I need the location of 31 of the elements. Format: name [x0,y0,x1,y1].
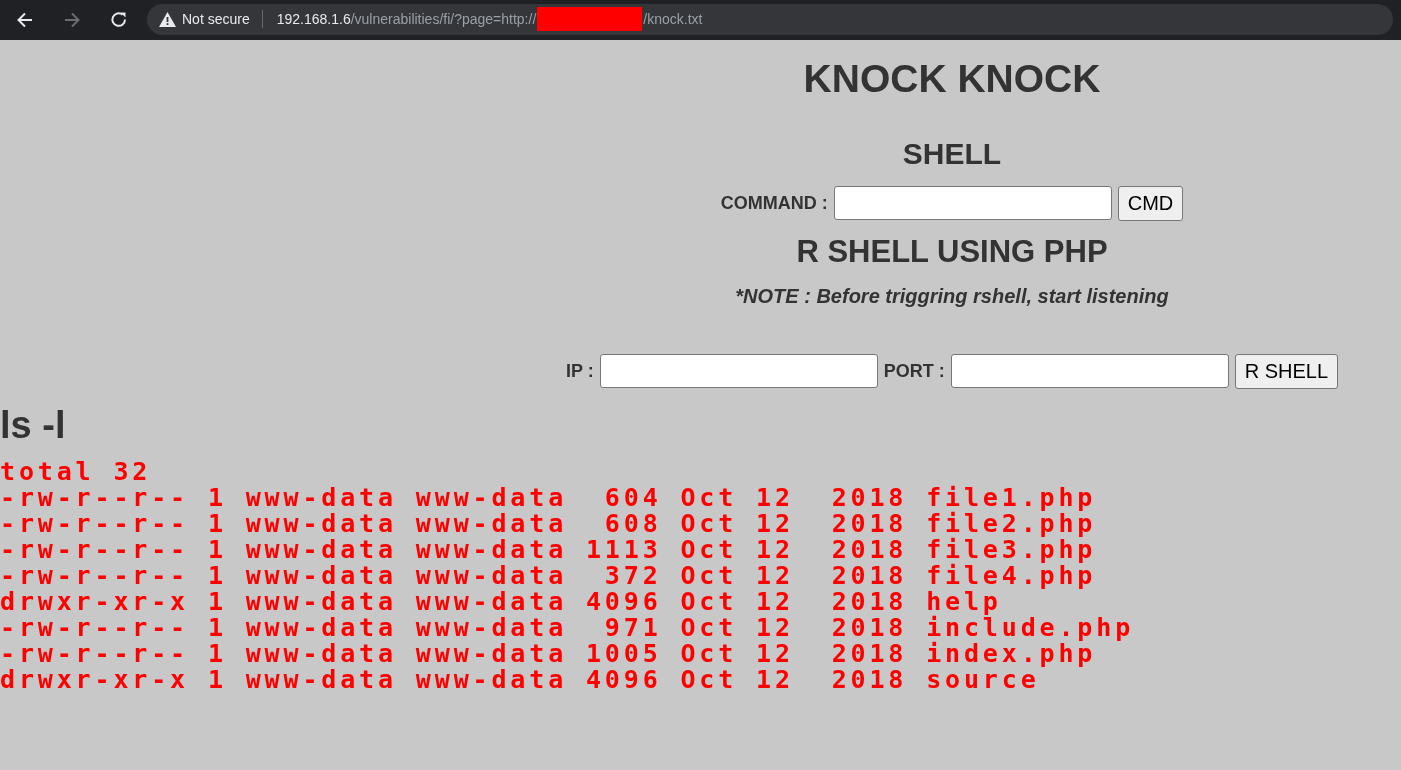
note-text: *NOTE : Before triggring rshell, start listening [735,285,1169,308]
address-bar[interactable]: Not secure 192.168.1.6/vulnerabilities/fi/?page=http:// /knock.txt [147,3,1393,35]
listing-line: -rw-r--r-- 1 www-data www-data 971 Oct 12 2018 include.php [0,614,1135,641]
listing-line: -rw-r--r-- 1 www-data www-data 372 Oct 12 2018 file4.php [0,562,1097,589]
url-path: /knock.txt [643,11,703,27]
listing-heading: ls -l [0,405,67,447]
r-shell-button[interactable]: R SHELL [1234,354,1339,389]
command-field[interactable] [833,186,1112,221]
listing-line: drwxr-xr-x 1 www-data www-data 4096 Oct 12 2018 source [0,666,1040,693]
port-label: PORT : [883,361,945,382]
listing-line: drwxr-xr-x 1 www-data www-data 4096 Oct 12 2018 help [0,588,1002,615]
ip-field[interactable] [599,354,878,389]
security-label: Not secure [182,11,250,27]
section-heading: R SHELL USING PHP [796,234,1108,269]
listing-line: -rw-r--r-- 1 www-data www-data 608 Oct 12 2018 file2.php [0,510,1097,537]
section-heading: SHELL [902,136,1002,170]
command-label: COMMAND : [720,192,828,214]
listing-line: -rw-r--r-- 1 www-data www-data 1113 Oct 12 2018 file3.php [0,536,1097,563]
listing-line: -rw-r--r-- 1 www-data www-data 1005 Oct 12 2018 index.php [0,640,1097,667]
listing-line: -rw-r--r-- 1 www-data www-data 604 Oct 12 2018 file1.php [0,484,1097,511]
reload-icon[interactable] [109,10,129,30]
ip-label: IP : [565,361,594,382]
back-icon[interactable] [15,10,35,30]
url-path: /vulnerabilities/fi/?page=http:// [350,11,537,27]
listing-line: total 32 [0,458,152,485]
port-field[interactable] [950,354,1229,389]
url-host: 192.168.1.6 [276,11,351,27]
forward-icon[interactable] [62,10,82,30]
cmd-button[interactable]: CMD [1117,185,1184,221]
warning-icon [159,11,176,27]
page-title: KNOCK KNOCK [803,58,1101,101]
